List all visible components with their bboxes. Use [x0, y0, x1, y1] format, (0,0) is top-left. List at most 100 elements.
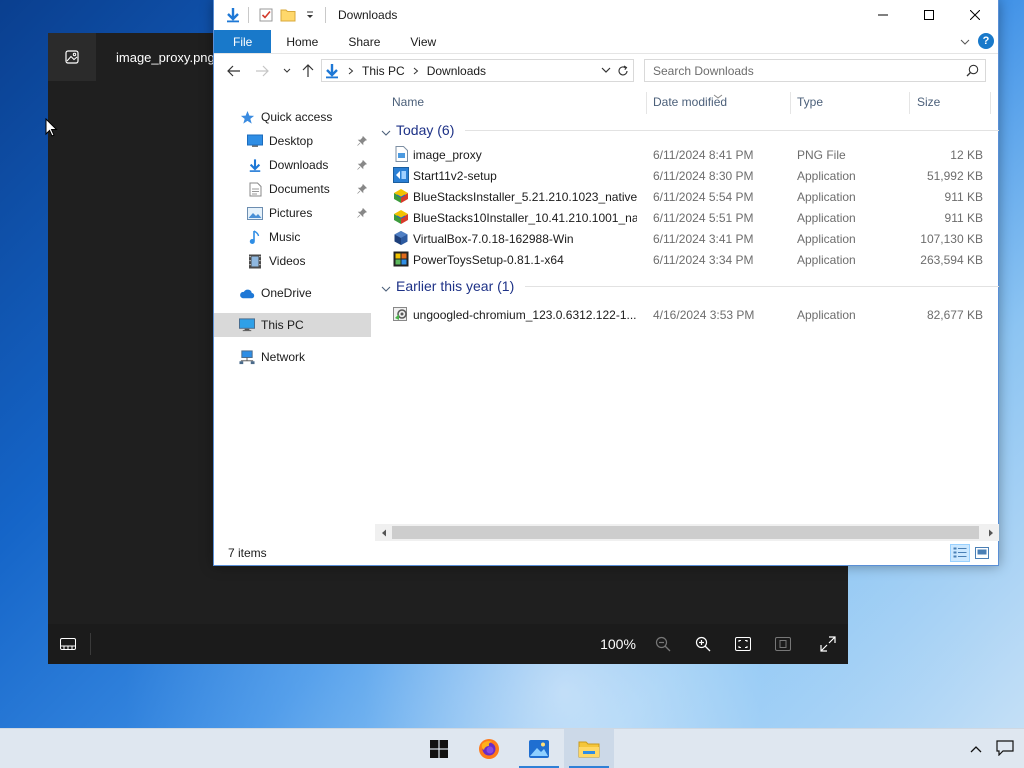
actual-size-icon[interactable]: [763, 624, 803, 664]
search-input[interactable]: [653, 63, 953, 78]
scroll-left-icon[interactable]: [375, 524, 392, 541]
address-dropdown-icon[interactable]: [601, 64, 611, 79]
nav-this-pc[interactable]: This PC: [214, 313, 371, 337]
horizontal-scrollbar[interactable]: [375, 524, 999, 541]
column-type[interactable]: Type: [797, 88, 823, 116]
properties-icon[interactable]: [255, 4, 277, 26]
file-row[interactable]: PowerToysSetup-0.81.1-x64 6/11/2024 3:34…: [375, 249, 999, 270]
maximize-button[interactable]: [906, 0, 952, 30]
firefox-icon: [479, 739, 499, 759]
nav-pictures[interactable]: Pictures: [214, 201, 371, 225]
breadcrumb-downloads[interactable]: Downloads: [427, 64, 486, 78]
qat-divider: [248, 7, 249, 23]
powertoys-icon: [393, 251, 409, 267]
expand-ribbon-icon[interactable]: [960, 34, 970, 48]
bluestacks-icon: [393, 209, 409, 225]
group-header-today[interactable]: Today (6): [375, 116, 999, 144]
column-divider[interactable]: [909, 92, 910, 114]
new-folder-icon[interactable]: [277, 4, 299, 26]
file-explorer-window[interactable]: Downloads File Home Share View ? This PC…: [213, 0, 999, 566]
file-explorer-taskbar-button[interactable]: [564, 729, 614, 768]
show-hidden-icons-icon[interactable]: [970, 742, 982, 756]
firefox-taskbar-button[interactable]: [464, 729, 514, 768]
tab-home[interactable]: Home: [271, 30, 333, 53]
file-size: 263,594 KB: [920, 253, 983, 267]
videos-icon: [247, 253, 263, 269]
full-screen-icon[interactable]: [808, 624, 848, 664]
photos-taskbar-button[interactable]: [514, 729, 564, 768]
file-row[interactable]: BlueStacksInstaller_5.21.210.1023_native…: [375, 186, 999, 207]
explorer-title-bar[interactable]: Downloads: [214, 0, 998, 30]
start-button[interactable]: [414, 729, 464, 768]
breadcrumb-chevron-icon[interactable]: [413, 66, 421, 76]
setup-icon: [393, 306, 409, 322]
nav-downloads[interactable]: Downloads: [214, 153, 371, 177]
tab-view[interactable]: View: [395, 30, 451, 53]
refresh-icon[interactable]: [615, 63, 631, 79]
file-date: 6/11/2024 5:54 PM: [653, 190, 754, 204]
group-header-earlier-this-year[interactable]: Earlier this year (1): [375, 272, 999, 300]
scroll-right-icon[interactable]: [982, 524, 999, 541]
help-icon[interactable]: ?: [978, 33, 994, 49]
collapse-chevron-icon[interactable]: [381, 125, 391, 139]
item-count: 7 items: [228, 546, 267, 560]
pin-icon[interactable]: [357, 135, 368, 149]
collapse-chevron-icon[interactable]: [381, 281, 391, 295]
nav-documents[interactable]: Documents: [214, 177, 371, 201]
up-button[interactable]: [295, 58, 321, 84]
file-date: 6/11/2024 5:51 PM: [653, 211, 754, 225]
ribbon-tabs: File Home Share View ?: [214, 30, 998, 54]
column-name[interactable]: Name: [392, 88, 424, 116]
column-size[interactable]: Size: [917, 88, 940, 116]
nav-network[interactable]: Network: [214, 345, 371, 369]
breadcrumb-this-pc[interactable]: This PC: [362, 64, 405, 78]
pin-icon[interactable]: [357, 183, 368, 197]
tab-share[interactable]: Share: [333, 30, 395, 53]
file-date: 6/11/2024 8:30 PM: [653, 169, 754, 183]
nav-onedrive[interactable]: OneDrive: [214, 281, 371, 305]
nav-desktop[interactable]: Desktop: [214, 129, 371, 153]
back-button[interactable]: [221, 58, 247, 84]
customize-qat-icon[interactable]: [299, 4, 321, 26]
nav-quick-access[interactable]: Quick access: [214, 105, 371, 129]
taskbar: [0, 728, 1024, 768]
nav-videos[interactable]: Videos: [214, 249, 371, 273]
close-button[interactable]: [952, 0, 998, 30]
large-icons-view-icon[interactable]: [972, 544, 992, 562]
photos-file-title: image_proxy.png: [116, 49, 215, 65]
details-view-icon[interactable]: [950, 544, 970, 562]
column-date-modified[interactable]: Date modified: [653, 88, 727, 116]
pin-icon[interactable]: [357, 159, 368, 173]
file-row[interactable]: BlueStacks10Installer_10.41.210.1001_nat…: [375, 207, 999, 228]
file-type: Application: [797, 308, 856, 322]
file-size: 51,992 KB: [926, 169, 983, 183]
notification-icon[interactable]: [996, 739, 1014, 759]
forward-button[interactable]: [249, 58, 275, 84]
file-row[interactable]: ungoogled-chromium_123.0.6312.122-1.... …: [375, 304, 999, 325]
pin-icon[interactable]: [357, 207, 368, 221]
minimize-button[interactable]: [860, 0, 906, 30]
search-box[interactable]: [644, 59, 986, 82]
photos-icon: [529, 740, 549, 758]
zoom-out-icon[interactable]: [643, 624, 683, 664]
column-divider[interactable]: [790, 92, 791, 114]
zoom-in-icon[interactable]: [683, 624, 723, 664]
fit-to-window-icon[interactable]: [723, 624, 763, 664]
scrollbar-thumb[interactable]: [392, 526, 979, 539]
file-size: 12 KB: [950, 148, 983, 162]
address-bar[interactable]: This PC Downloads: [321, 59, 634, 82]
search-icon[interactable]: [966, 64, 979, 80]
file-row[interactable]: image_proxy 6/11/2024 8:41 PM PNG File 1…: [375, 144, 999, 165]
file-row[interactable]: VirtualBox-7.0.18-162988-Win 6/11/2024 3…: [375, 228, 999, 249]
filmstrip-icon[interactable]: [48, 624, 88, 664]
nav-music[interactable]: Music: [214, 225, 371, 249]
file-date: 6/11/2024 3:34 PM: [653, 253, 754, 267]
group-divider-line: [465, 130, 999, 131]
file-row[interactable]: Start11v2-setup 6/11/2024 8:30 PM Applic…: [375, 165, 999, 186]
breadcrumb-chevron-icon[interactable]: [348, 66, 356, 76]
column-divider[interactable]: [646, 92, 647, 114]
file-type: Application: [797, 232, 856, 246]
column-divider[interactable]: [990, 92, 991, 114]
tab-file[interactable]: File: [214, 30, 272, 53]
virtualbox-icon: [393, 230, 409, 246]
